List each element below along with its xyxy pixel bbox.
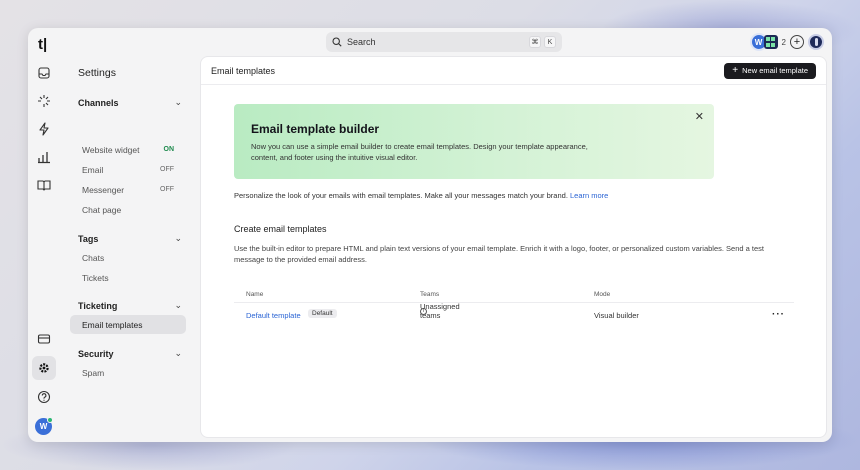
info-icon[interactable]: i (420, 307, 427, 315)
add-icon[interactable]: + (790, 35, 804, 49)
section-channels[interactable]: Channels ⌄ (78, 97, 182, 108)
builder-banner: Email template builder Now you can use a… (234, 104, 714, 179)
chart-icon[interactable] (37, 150, 51, 164)
app-window: t| Search ⌘ K W 2 + W Settings Channels … (28, 28, 832, 442)
sidebar-item-email-templates[interactable]: Email templates (70, 315, 186, 334)
sidebar-item-tickets[interactable]: Tickets (70, 268, 186, 287)
main-header: Email templates + New email template (201, 57, 826, 85)
mode-cell: Visual builder (594, 311, 639, 320)
default-badge: Default (308, 309, 337, 318)
intro-text: Personalize the look of your emails with… (234, 191, 608, 200)
settings-title: Settings (78, 67, 116, 79)
sidebar-item-chat-page[interactable]: Chat page (70, 200, 186, 219)
sidebar-item-email[interactable]: Email OFF (70, 160, 186, 179)
section-heading: Create email templates (234, 224, 327, 234)
profile-avatar-initial: W (39, 422, 48, 431)
sidebar-item-chats[interactable]: Chats (70, 248, 186, 267)
settings-sidebar: Settings Channels ⌄ Website widget ON Ema… (70, 56, 200, 442)
plus-icon: + (732, 65, 739, 76)
chevron-down-icon: ⌄ (174, 97, 182, 107)
section-tags[interactable]: Tags ⌄ (78, 233, 182, 244)
search-shortcut: ⌘ K (529, 36, 556, 48)
banner-text: Now you can use a simple email builder t… (251, 142, 588, 162)
command-key: ⌘ (529, 36, 541, 48)
book-icon[interactable] (37, 178, 51, 192)
status-off-badge: OFF (160, 186, 174, 193)
main-panel: Email templates + New email template Ema… (200, 56, 827, 438)
sidebar-item-website-widget[interactable]: Website widget ON (70, 140, 186, 159)
new-email-template-button[interactable]: + New email template (724, 62, 816, 79)
search-bar[interactable]: Search ⌘ K (326, 32, 562, 52)
sidebar-item-messenger[interactable]: Messenger OFF (70, 180, 186, 199)
status-on-badge: ON (163, 146, 175, 153)
topbar-actions: W 2 + (749, 33, 824, 51)
chevron-down-icon: ⌄ (174, 348, 182, 358)
column-name: Name (246, 291, 264, 298)
section-label: Channels (78, 97, 119, 108)
chevron-down-icon: ⌄ (174, 233, 182, 243)
column-mode: Mode (594, 291, 611, 298)
sparkle-icon[interactable] (37, 94, 51, 108)
app-logo[interactable]: t| (38, 36, 47, 53)
template-name-link[interactable]: Default template (246, 311, 301, 320)
sidebar-item-spam[interactable]: Spam (70, 363, 186, 382)
section-label: Ticketing (78, 300, 118, 311)
online-status-dot (47, 417, 53, 423)
integration-icon[interactable] (763, 35, 778, 49)
settings-icon[interactable] (32, 356, 56, 380)
table-header: Name Teams Mode (234, 289, 794, 303)
k-key: K (544, 36, 556, 48)
templates-table: Name Teams Mode Default template Default… (234, 289, 794, 329)
profile-avatar[interactable]: W (35, 417, 53, 435)
table-row[interactable]: Default template Default Unassigned team… (234, 302, 794, 329)
icon-rail (28, 56, 60, 442)
sidebar-item-label: Tickets (82, 272, 109, 283)
button-label: New email template (742, 66, 808, 75)
intro-sentence: Personalize the look of your emails with… (234, 191, 568, 200)
section-description: Use the built-in editor to prepare HTML … (234, 244, 764, 264)
search-placeholder: Search (347, 37, 376, 47)
workspace-count: 2 (781, 37, 786, 47)
section-label: Tags (78, 233, 99, 244)
sidebar-item-label: Spam (82, 367, 105, 378)
learn-more-link[interactable]: Learn more (570, 191, 608, 200)
user-avatar[interactable] (808, 34, 824, 50)
page-title: Email templates (211, 65, 276, 76)
sidebar-item-label: Email (82, 164, 104, 175)
billing-icon[interactable] (37, 332, 51, 346)
status-off-badge: OFF (160, 166, 174, 173)
search-icon (332, 37, 342, 47)
banner-title: Email template builder (251, 122, 380, 136)
help-icon[interactable] (37, 390, 51, 404)
section-ticketing[interactable]: Ticketing ⌄ (78, 300, 182, 311)
chevron-down-icon: ⌄ (174, 300, 182, 310)
sidebar-item-label: Email templates (82, 319, 143, 330)
inbox-icon[interactable] (37, 66, 51, 80)
column-teams: Teams (420, 291, 440, 298)
sidebar-item-label: Messenger (82, 184, 125, 195)
bolt-icon[interactable] (37, 122, 51, 136)
sidebar-item-label: Chat page (82, 204, 122, 215)
section-security[interactable]: Security ⌄ (78, 348, 182, 359)
section-label: Security (78, 348, 114, 359)
sidebar-item-label: Website widget (82, 144, 140, 155)
sidebar-item-label: Chats (82, 252, 105, 263)
close-icon[interactable]: ✕ (695, 110, 704, 123)
more-options-icon[interactable]: ··· (772, 309, 785, 320)
